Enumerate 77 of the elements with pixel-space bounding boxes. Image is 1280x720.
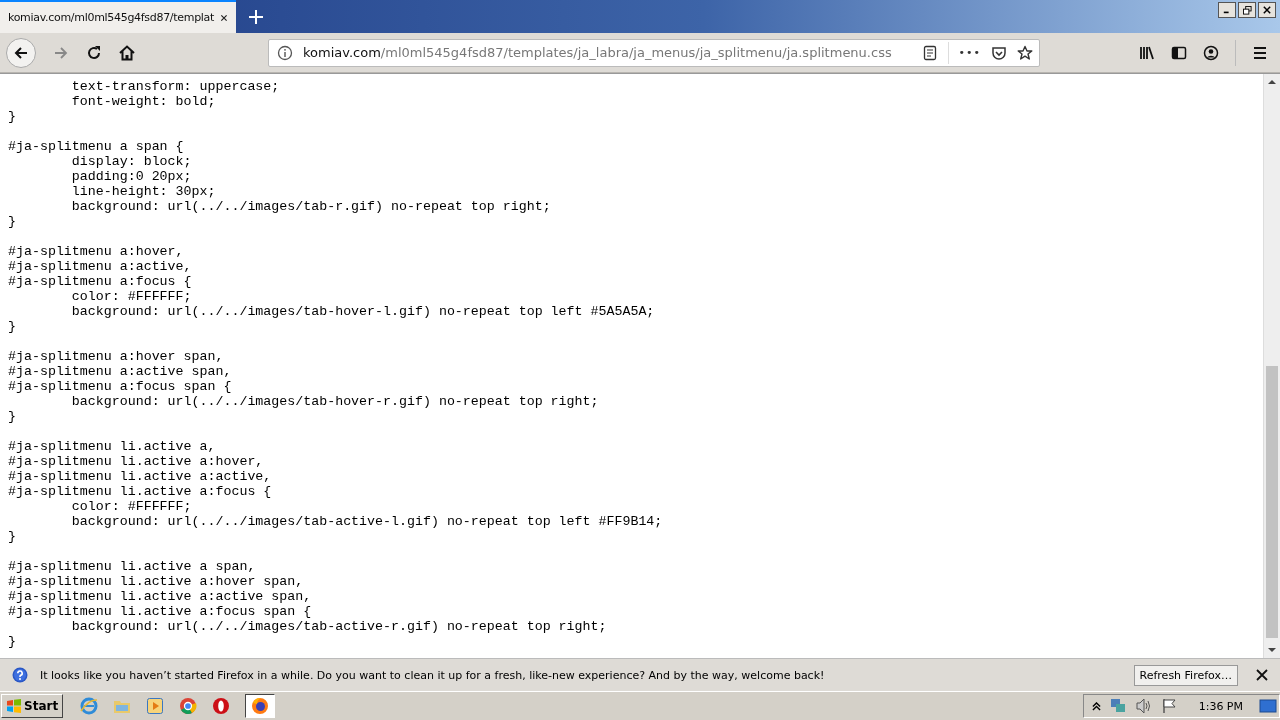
library-icon[interactable] [1139,44,1155,61]
notification-message: It looks like you haven’t started Firefox in a while. Do you want to clean it up for a fresh, like-new experience? And by the way, welcome back! [40,668,826,682]
code-line: color: #FFFFFF; [70,499,193,514]
home-icon[interactable] [119,44,135,61]
code-line: #ja-splitmenu a:active span, [8,364,233,379]
code-line: color: #FFFFFF; [70,289,193,304]
code-line: #ja-splitmenu li.active a:active span, [8,589,313,604]
firefox-icon [251,697,270,715]
chrome-icon[interactable] [179,697,198,715]
code-line: } [8,109,17,124]
code-line: #ja-splitmenu a:focus span { [8,379,233,394]
help-icon [12,667,28,683]
code-line: } [8,319,17,334]
clock[interactable]: 1:36 PM [1198,699,1243,713]
code-line: #ja-splitmenu li.active a:focus span { [8,604,313,619]
pocket-icon[interactable] [991,44,1007,61]
account-icon[interactable] [1203,44,1219,61]
code-line: #ja-splitmenu a:hover span, [8,349,225,364]
back-button[interactable] [6,37,36,68]
code-line: line-height: 30px; [70,184,217,199]
code-line: #ja-splitmenu li.active a:active, [8,469,273,484]
taskbar-app[interactable] [245,694,276,718]
opera-icon[interactable] [212,697,231,715]
code-line: background: url(../../images/tab-hover-r.gif) no-repeat top right; [70,394,600,409]
minimize-button[interactable] [1218,2,1236,18]
reader-view-icon[interactable] [921,44,938,61]
scroll-down-icon[interactable] [1267,645,1277,655]
code-line: #ja-splitmenu a:focus { [8,274,193,289]
code-line: #ja-splitmenu li.active a:hover span, [8,574,305,589]
info-icon[interactable] [277,44,293,61]
restore-icon [1242,5,1252,15]
code-line: #ja-splitmenu li.active a:focus { [8,484,273,499]
code-line: #ja-splitmenu a:active, [8,259,193,274]
volume-icon[interactable] [1134,697,1153,715]
close-button[interactable] [1258,2,1276,18]
flag-icon[interactable] [1160,697,1179,715]
tab-title: komiav.com/ml0ml545g4fsd87/templat [8,11,215,24]
back-arrow-icon [13,44,29,61]
start-button[interactable]: Start [1,694,64,718]
network-icon[interactable] [1108,697,1127,715]
code-line: font-weight: bold; [70,94,217,109]
code-line: background: url(../../images/tab-r.gif) no-repeat top right; [70,199,552,214]
media-player-icon[interactable] [146,697,165,715]
new-tab-icon[interactable] [249,9,263,24]
code-line: #ja-splitmenu li.active a span, [8,559,257,574]
address-bar[interactable]: komiav.com/ml0ml545g4fsd87/templates/ja_labra/ja_menus/ja_splitmenu/ja.splitmenu.css ••• [268,38,1040,67]
code-line: text-transform: uppercase; [70,79,281,94]
url-text: komiav.com/ml0ml545g4fsd87/templates/ja_labra/ja_menus/ja_splitmenu/ja.splitmenu.css [303,45,893,60]
menu-icon[interactable] [1252,44,1268,61]
code-line: background: url(../../images/tab-active-l.gif) no-repeat top left #FF9B14; [70,514,664,529]
code-line: #ja-splitmenu li.active a, [8,439,217,454]
code-line: #ja-splitmenu a span { [8,139,185,154]
sidebar-icon[interactable] [1171,44,1187,61]
code-line: padding:0 20px; [70,169,193,184]
code-line: display: block; [70,154,193,169]
show-desktop-icon[interactable] [1259,697,1277,715]
forward-icon[interactable] [53,44,69,61]
start-logo-icon [6,698,22,714]
close-icon[interactable] [1256,669,1268,681]
code-line: background: url(../../images/tab-hover-l.gif) no-repeat top left #5A5A5A; [70,304,656,319]
close-icon [1263,6,1271,14]
code-line: } [8,634,17,649]
refresh-firefox-button[interactable]: Refresh Firefox… [1133,664,1238,686]
browser-tab[interactable]: komiav.com/ml0ml545g4fsd87/templat [0,0,236,33]
chevron-up-icon[interactable] [1091,701,1101,711]
code-line: #ja-splitmenu li.active a:hover, [8,454,265,469]
code-line: #ja-splitmenu a:hover, [8,244,185,259]
code-line: } [8,529,17,544]
page-actions-button[interactable]: ••• [958,46,981,59]
scroll-up-icon[interactable] [1267,77,1277,87]
code-line: background: url(../../images/tab-active-r.gif) no-repeat top right; [70,619,608,634]
restore-button[interactable] [1238,2,1256,18]
code-line: } [8,214,17,229]
reload-icon[interactable] [86,44,102,61]
scrollbar[interactable] [1263,74,1280,658]
code-line: } [8,409,17,424]
star-icon[interactable] [1017,44,1033,61]
